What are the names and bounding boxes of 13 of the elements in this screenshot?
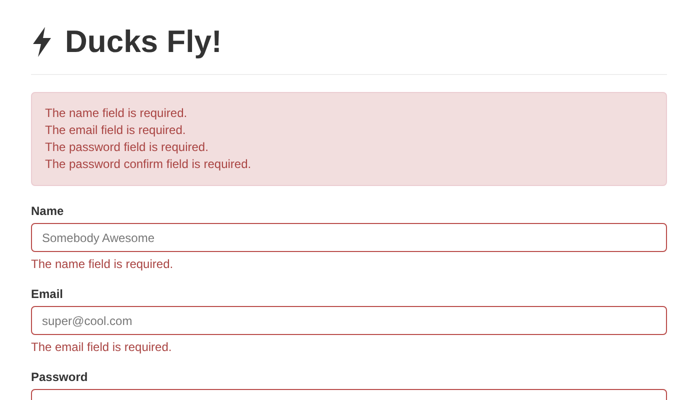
text-field[interactable]: super@cool.com	[31, 306, 667, 335]
field-label: Name	[31, 203, 65, 219]
page-title: Ducks Fly!	[65, 23, 222, 61]
field-error: The name field is required.	[31, 257, 174, 272]
alert-message: The password confirm field is required.	[45, 156, 252, 173]
alert-message: The email field is required.	[45, 122, 187, 139]
alert-message: The name field is required.	[45, 105, 188, 122]
text-field[interactable]: Somebody Awesome	[31, 223, 667, 252]
field-label: Email	[31, 286, 64, 302]
field-error: The email field is required.	[31, 340, 173, 355]
lightning-bolt-icon	[31, 27, 53, 57]
field-label: Password	[31, 369, 89, 385]
alert-message: The password field is required.	[45, 139, 210, 156]
